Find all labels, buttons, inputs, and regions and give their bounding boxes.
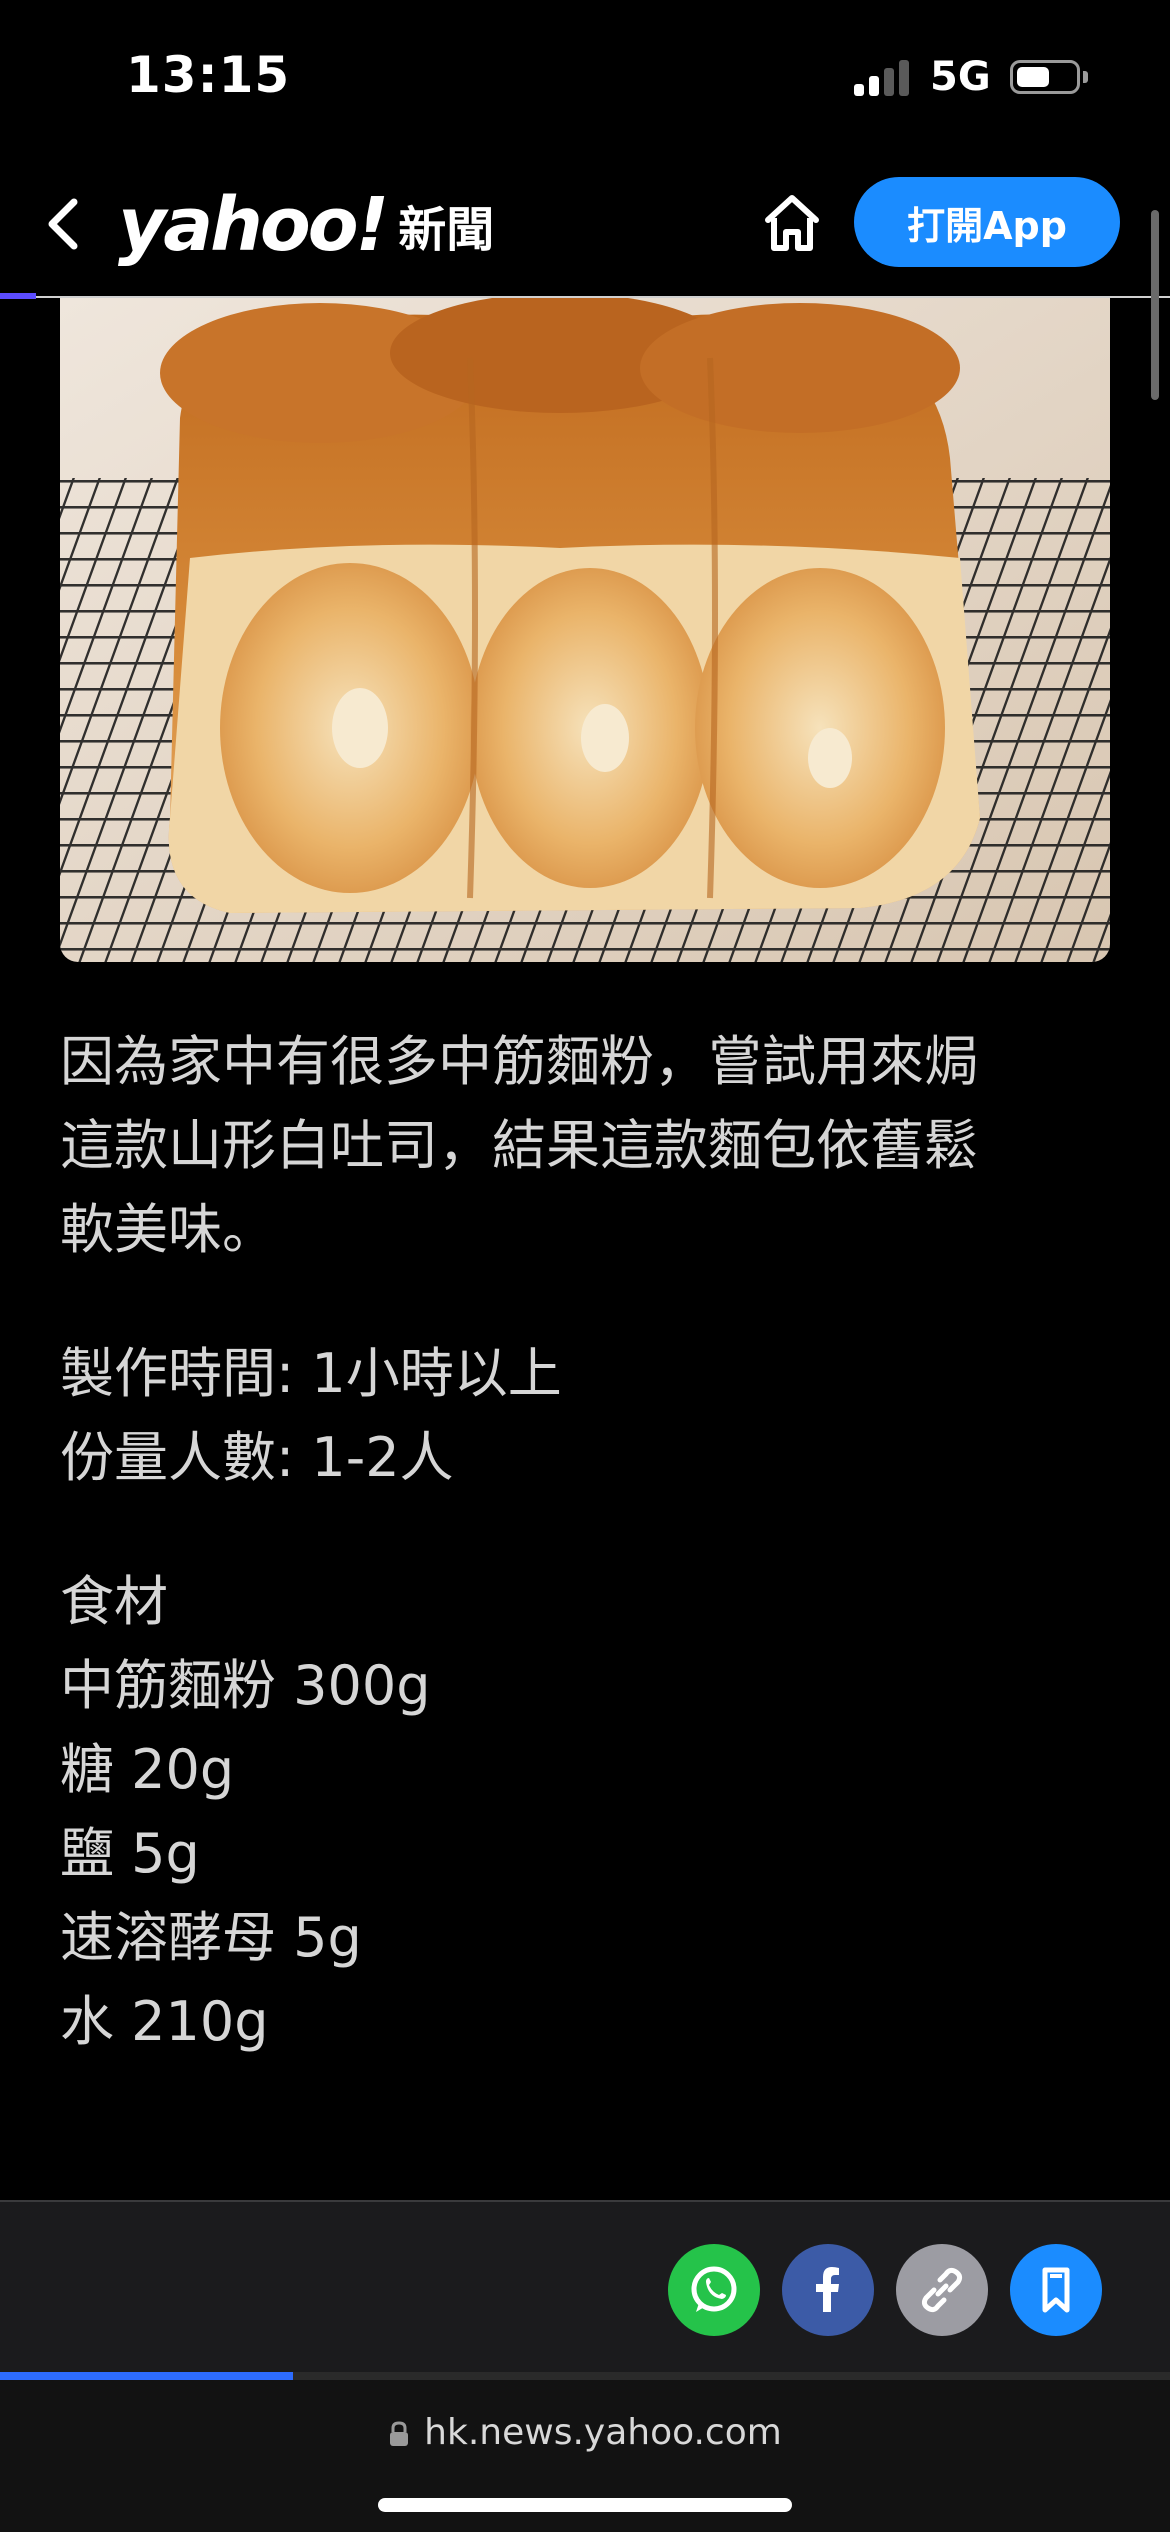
reading-progress-fill	[0, 2372, 293, 2380]
bread-photo	[60, 298, 1110, 962]
page-load-progress	[0, 293, 36, 299]
url-text: hk.news.yahoo.com	[424, 2412, 782, 2453]
screen: 13:15 5G yahoo! 新聞 打開App 因為家中有很多中筋麵粉，嘗試用…	[0, 0, 1170, 2532]
intro-line: 這款山形白吐司，結果這款麵包依舊鬆	[60, 1114, 978, 1177]
yahoo-news-logo[interactable]: yahoo! 新聞	[118, 180, 494, 270]
ingredient-item: 中筋麵粉 300g	[60, 1654, 431, 1717]
reading-progress-bar	[0, 2372, 1170, 2380]
network-type: 5G	[930, 54, 991, 100]
ingredients-title: 食材	[60, 1570, 168, 1633]
open-app-button[interactable]: 打開App	[854, 177, 1120, 267]
servings: 份量人數: 1-2人	[60, 1426, 454, 1489]
status-time: 13:15	[126, 46, 291, 104]
url-display[interactable]: hk.news.yahoo.com	[0, 2412, 1170, 2453]
facebook-icon	[816, 2267, 839, 2312]
facebook-share-button[interactable]	[782, 2244, 874, 2336]
copy-link-button[interactable]	[896, 2244, 988, 2336]
cellular-signal-icon	[854, 58, 910, 96]
logo-section: 新聞	[398, 202, 495, 258]
intro-line: 軟美味。	[60, 1198, 276, 1261]
status-bar: 13:15 5G	[0, 0, 1170, 150]
recipe-meta: 製作時間: 1小時以上 份量人數: 1-2人	[60, 1332, 1120, 1500]
battery-tip	[1083, 71, 1088, 83]
article-image	[60, 298, 1110, 962]
link-icon	[921, 2267, 963, 2313]
bookmark-icon	[1042, 2267, 1070, 2313]
intro-line: 因為家中有很多中筋麵粉，嘗試用來焗	[60, 1030, 978, 1093]
ingredient-item: 速溶酵母 5g	[60, 1906, 362, 1969]
ingredient-item: 鹽 5g	[60, 1822, 200, 1885]
ingredient-item: 水 210g	[60, 1990, 269, 2053]
lock-icon	[390, 2421, 409, 2446]
home-indicator[interactable]	[378, 2498, 792, 2512]
app-header: yahoo! 新聞 打開App	[0, 150, 1170, 298]
bookmark-button[interactable]	[1010, 2244, 1102, 2336]
chevron-left-icon	[48, 198, 78, 250]
battery-icon	[1010, 60, 1080, 94]
whatsapp-icon	[691, 2266, 737, 2312]
whatsapp-share-button[interactable]	[668, 2244, 760, 2336]
home-icon	[765, 195, 819, 251]
browser-url-bar[interactable]: hk.news.yahoo.com	[0, 2380, 1170, 2532]
share-toolbar	[0, 2200, 1170, 2372]
logo-text: yahoo!	[118, 182, 389, 268]
ingredient-item: 糖 20g	[60, 1738, 235, 1801]
scrollbar[interactable]	[1151, 210, 1159, 400]
home-button[interactable]	[760, 190, 824, 254]
article-body: 因為家中有很多中筋麵粉，嘗試用來焗 這款山形白吐司，結果這款麵包依舊鬆 軟美味。…	[60, 1020, 1120, 2124]
prep-time: 製作時間: 1小時以上	[60, 1342, 562, 1405]
article-intro: 因為家中有很多中筋麵粉，嘗試用來焗 這款山形白吐司，結果這款麵包依舊鬆 軟美味。	[60, 1020, 1120, 1272]
back-button[interactable]	[40, 192, 90, 256]
ingredients-section: 食材 中筋麵粉 300g 糖 20g 鹽 5g 速溶酵母 5g 水 210g	[60, 1560, 1120, 2064]
